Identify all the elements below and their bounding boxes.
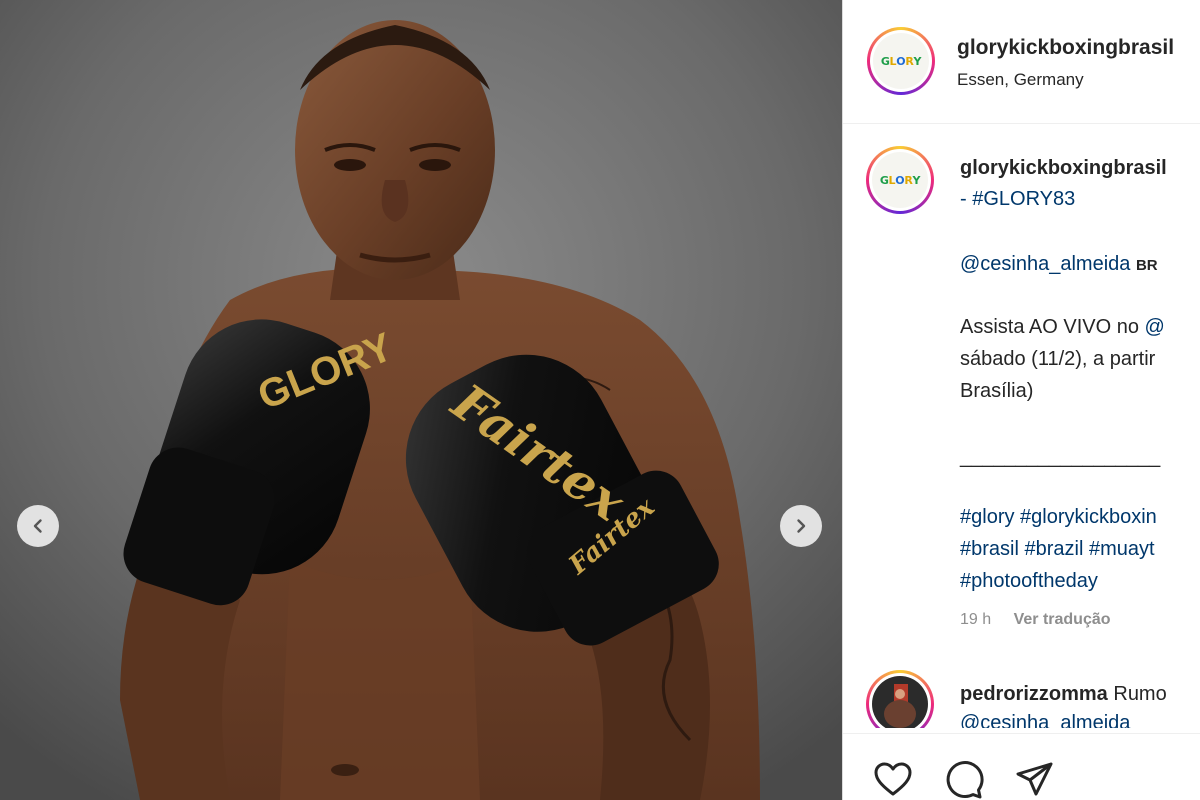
commenter-photo	[872, 676, 928, 728]
caption-line-5: Brasília)	[960, 380, 1034, 402]
caption-line-3: Assista AO VIVO no @	[960, 316, 1165, 339]
post-time[interactable]: 19 h	[960, 611, 991, 628]
comment-text: Rumo	[1107, 683, 1167, 705]
translate-link[interactable]: Ver tradução	[1014, 611, 1111, 628]
post-meta: 19 h Ver tradução	[960, 611, 1129, 629]
comment-username[interactable]: pedrorizzomma	[960, 683, 1108, 705]
glory-logo: GLORY	[872, 152, 928, 208]
previous-photo-button[interactable]	[17, 505, 59, 547]
flag-code: BR	[1135, 257, 1158, 274]
post-media[interactable]: GLORY Fairtex Fairtex	[0, 0, 842, 800]
caption-hashtags-2[interactable]: #brasil #brazil #muayt	[960, 538, 1155, 561]
caption-avatar[interactable]: GLORY	[866, 146, 934, 214]
comment-line: pedrorizzomma Rumo	[960, 683, 1167, 706]
comments-scroll-area[interactable]: GLORY glorykickboxingbrasil - #GLORY83 @…	[843, 0, 1200, 728]
caption-hashtags-3[interactable]: #photooftheday	[960, 570, 1098, 593]
caption-separator: __________________	[960, 446, 1161, 468]
next-photo-button[interactable]	[780, 505, 822, 547]
chevron-right-icon	[797, 519, 806, 533]
caption-hashtag-line[interactable]: - #GLORY83	[960, 188, 1075, 211]
post-side-panel: GLORY glorykickboxingbrasil Essen, Germa…	[843, 0, 1200, 800]
comment-mention[interactable]: @cesinha_almeida	[960, 712, 1130, 728]
caption-text: Assista AO VIVO no	[960, 316, 1145, 338]
mention-link[interactable]: @cesinha_almeida	[960, 253, 1130, 275]
caption-hashtags-1[interactable]: #glory #glorykickboxin	[960, 506, 1157, 529]
caption-mention-line: @cesinha_almeida BR	[960, 253, 1158, 276]
comment-icon[interactable]	[944, 760, 984, 800]
caption-line-4: sábado (11/2), a partir	[960, 348, 1156, 370]
mention-link-2[interactable]: @	[1145, 316, 1165, 338]
paper-plane-icon[interactable]	[1015, 760, 1055, 800]
chevron-left-icon	[33, 519, 42, 533]
caption-username[interactable]: glorykickboxingbrasil	[960, 157, 1167, 180]
actions-divider	[843, 733, 1200, 734]
post-photo: GLORY Fairtex Fairtex	[0, 0, 842, 800]
heart-icon[interactable]	[873, 760, 913, 800]
comment-avatar[interactable]	[866, 670, 934, 728]
